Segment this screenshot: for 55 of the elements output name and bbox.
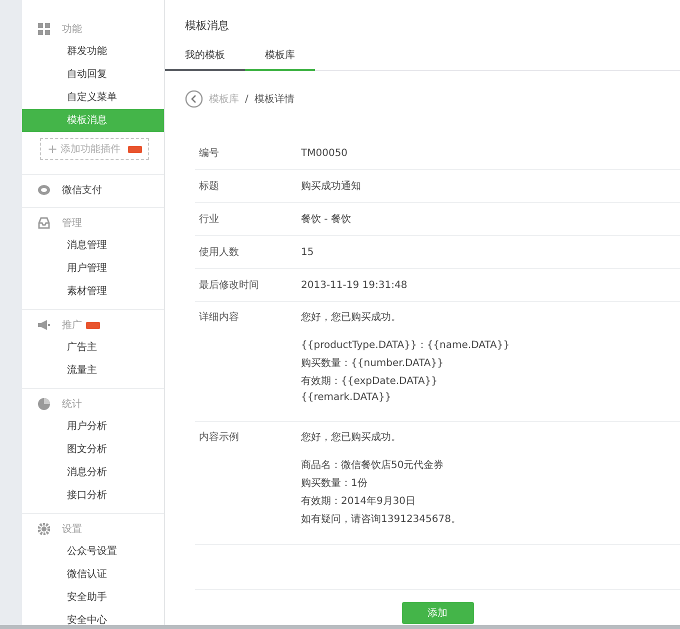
- menu-item[interactable]: 用户管理: [22, 257, 164, 280]
- grid-icon: [38, 23, 50, 35]
- field-value: TM00050: [301, 148, 348, 158]
- tab[interactable]: 模板库: [245, 40, 315, 71]
- field-label: 使用人数: [198, 246, 240, 259]
- field-value: {{remark.DATA}}: [301, 392, 392, 403]
- settings-icon: [38, 523, 50, 535]
- field-label: 标题: [198, 180, 220, 193]
- field-value: 15: [301, 246, 314, 258]
- field-value: {{productType.DATA}}：{{name.DATA}}: [301, 339, 510, 352]
- field-value: 有效期：2014年9月30日: [301, 494, 417, 508]
- field-value: 您好，您已购买成功。: [301, 430, 402, 444]
- field-value: 有效期：{{expDate.DATA}}: [301, 374, 439, 388]
- menu-item[interactable]: 消息分析: [22, 461, 164, 484]
- menu-item[interactable]: 公众号设置: [22, 540, 164, 563]
- field-label: 内容示例: [198, 430, 240, 444]
- field-value: 2013-11-19 19:31:48: [301, 280, 408, 290]
- menu-item[interactable]: 消息管理: [22, 234, 164, 257]
- menu-item[interactable]: 流量主: [22, 359, 164, 382]
- pie-chart-icon: [38, 398, 50, 410]
- field-label: 详细内容: [198, 310, 240, 324]
- field-label: 编号: [198, 146, 220, 160]
- page-title: 模板消息: [184, 18, 230, 34]
- menu-item[interactable]: 安全中心: [22, 609, 164, 625]
- field-label: 最后修改时间: [198, 278, 260, 292]
- menu-item[interactable]: 群发功能: [22, 40, 164, 63]
- section-title[interactable]: 微信支付: [62, 183, 102, 197]
- field-value: 购买成功通知: [301, 180, 361, 193]
- field-value: 餐饮 - 餐饮: [301, 212, 351, 226]
- menu-item[interactable]: 安全助手: [22, 586, 164, 609]
- section-title: 设置: [62, 522, 82, 536]
- inbox-icon: [38, 217, 50, 229]
- section-title: 统计: [62, 398, 82, 411]
- megaphone-icon: [38, 319, 50, 331]
- menu-item[interactable]: 接口分析: [22, 484, 164, 507]
- breadcrumb-current: 模板详情: [254, 92, 294, 106]
- field-value: 购买数量：1份: [301, 477, 368, 490]
- field-value: 您好，您已购买成功。: [301, 310, 402, 324]
- menu-item[interactable]: 自定义菜单: [22, 86, 164, 109]
- menu-item[interactable]: 素材管理: [22, 280, 164, 303]
- menu-item[interactable]: 微信认证: [22, 563, 164, 586]
- menu-item[interactable]: 图文分析: [22, 438, 164, 461]
- field-value: 购买数量：{{number.DATA}}: [301, 357, 444, 370]
- field-value: 商品名：微信餐饮店50元代金券: [301, 458, 445, 472]
- section-title: 推广: [62, 318, 100, 332]
- section-title: 管理: [62, 217, 82, 230]
- breadcrumb-separator: /: [245, 94, 248, 104]
- field-label: 行业: [198, 212, 220, 226]
- menu-item[interactable]: 用户分析: [22, 415, 164, 438]
- back-icon[interactable]: [185, 90, 203, 108]
- section-title: 功能: [62, 22, 82, 36]
- menu-item[interactable]: 自动回复: [22, 63, 164, 86]
- tab[interactable]: 我的模板: [165, 40, 245, 71]
- field-value: 如有疑问，请咨询13912345678。: [301, 512, 461, 526]
- menu-item[interactable]: 广告主: [22, 336, 164, 359]
